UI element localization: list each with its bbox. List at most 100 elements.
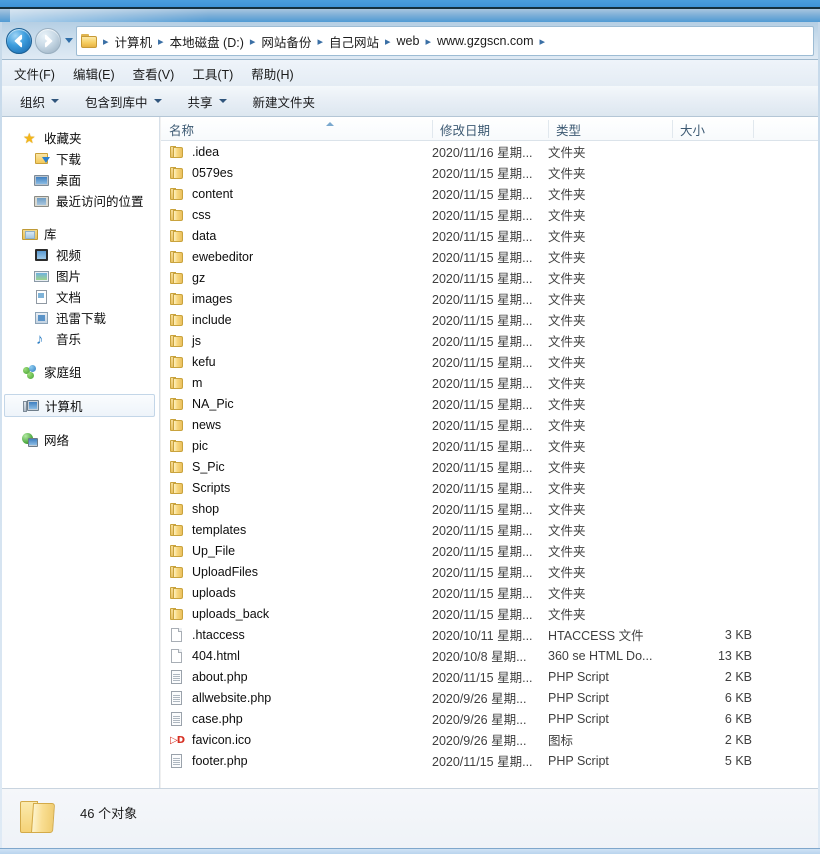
file-name-cell[interactable]: case.php: [169, 708, 243, 729]
table-row[interactable]: css 2020/11/15 星期... 文件夹: [161, 204, 820, 225]
file-name-cell[interactable]: shop: [169, 498, 219, 519]
file-name-cell[interactable]: .htaccess: [169, 624, 245, 645]
file-name-cell[interactable]: css: [169, 204, 211, 225]
breadcrumb-bar[interactable]: ▸ 计算机 ▸ 本地磁盘 (D:) ▸ 网站备份 ▸ 自己网站 ▸ web ▸ …: [76, 26, 814, 56]
sidebar-item-recent-places[interactable]: 最近访问的位置: [0, 190, 159, 211]
table-row[interactable]: m 2020/11/15 星期... 文件夹: [161, 372, 820, 393]
file-name-cell[interactable]: Up_File: [169, 540, 235, 561]
table-row[interactable]: pic 2020/11/15 星期... 文件夹: [161, 435, 820, 456]
table-row[interactable]: Up_File 2020/11/15 星期... 文件夹: [161, 540, 820, 561]
sidebar-item-xunlei-download[interactable]: 迅雷下载: [0, 307, 159, 328]
share-button[interactable]: 共享: [188, 92, 227, 111]
table-row[interactable]: data 2020/11/15 星期... 文件夹: [161, 225, 820, 246]
table-row[interactable]: NA_Pic 2020/11/15 星期... 文件夹: [161, 393, 820, 414]
sidebar-item-music[interactable]: ♪ 音乐: [0, 328, 159, 349]
file-name-cell[interactable]: 0579es: [169, 162, 233, 183]
file-name-cell[interactable]: images: [169, 288, 232, 309]
table-row[interactable]: images 2020/11/15 星期... 文件夹: [161, 288, 820, 309]
breadcrumb-item-0[interactable]: 计算机: [112, 32, 156, 51]
file-name-cell[interactable]: content: [169, 183, 233, 204]
breadcrumb-item-3[interactable]: 自己网站: [326, 32, 382, 51]
column-divider[interactable]: [753, 120, 754, 138]
include-in-library-button[interactable]: 包含到库中: [85, 92, 162, 111]
table-row[interactable]: 0579es 2020/11/15 星期... 文件夹: [161, 162, 820, 183]
menu-item-edit[interactable]: 编辑(E): [73, 64, 115, 83]
breadcrumb-separator[interactable]: ▸: [537, 35, 549, 48]
file-name-cell[interactable]: kefu: [169, 351, 216, 372]
menu-item-tools[interactable]: 工具(T): [192, 64, 233, 83]
sidebar-item-documents[interactable]: 文档: [0, 286, 159, 307]
breadcrumb-separator[interactable]: ▸: [382, 35, 394, 48]
breadcrumb-item-1[interactable]: 本地磁盘 (D:): [167, 32, 247, 51]
file-name-cell[interactable]: ▷D favicon.ico: [169, 729, 251, 750]
breadcrumb-item-2[interactable]: 网站备份: [258, 32, 314, 51]
table-row[interactable]: 404.html 2020/10/8 星期... 360 se HTML Do...…: [161, 645, 820, 666]
menu-item-help[interactable]: 帮助(H): [251, 64, 293, 83]
file-name-cell[interactable]: footer.php: [169, 750, 248, 771]
file-name-cell[interactable]: uploads_back: [169, 603, 269, 624]
file-name-cell[interactable]: news: [169, 414, 221, 435]
file-name-cell[interactable]: uploads: [169, 582, 236, 603]
file-name-cell[interactable]: data: [169, 225, 216, 246]
table-row[interactable]: js 2020/11/15 星期... 文件夹: [161, 330, 820, 351]
sidebar-item-libraries[interactable]: 库: [0, 223, 159, 244]
breadcrumb-separator[interactable]: ▸: [314, 35, 326, 48]
breadcrumb-separator[interactable]: ▸: [155, 35, 167, 48]
file-name-cell[interactable]: 404.html: [169, 645, 240, 666]
table-row[interactable]: news 2020/11/15 星期... 文件夹: [161, 414, 820, 435]
table-row[interactable]: .idea 2020/11/16 星期... 文件夹: [161, 141, 820, 162]
table-row[interactable]: ewebeditor 2020/11/15 星期... 文件夹: [161, 246, 820, 267]
column-header-size[interactable]: 大小: [672, 117, 753, 141]
navigation-pane[interactable]: ★ 收藏夹 下载 桌面 最近访问的位置 库 视频 图片 文档 迅雷下载 ♪ 音乐…: [0, 117, 160, 788]
organize-button[interactable]: 组织: [20, 92, 60, 111]
table-row[interactable]: allwebsite.php 2020/9/26 星期... PHP Script 6…: [161, 687, 820, 708]
new-folder-button[interactable]: 新建文件夹: [253, 92, 316, 111]
table-row[interactable]: shop 2020/11/15 星期... 文件夹: [161, 498, 820, 519]
file-list-pane[interactable]: 名称 修改日期 类型 大小 .idea 2020/11/16 星期... 文件夹 05…: [161, 117, 820, 788]
table-row[interactable]: content 2020/11/15 星期... 文件夹: [161, 183, 820, 204]
column-header-name[interactable]: 名称: [161, 117, 432, 141]
sidebar-item-pictures[interactable]: 图片: [0, 265, 159, 286]
file-name-cell[interactable]: UploadFiles: [169, 561, 258, 582]
file-name-cell[interactable]: .idea: [169, 141, 219, 162]
file-rows-container[interactable]: .idea 2020/11/16 星期... 文件夹 0579es 2020/11/15…: [161, 141, 820, 771]
breadcrumb-separator[interactable]: ▸: [422, 35, 434, 48]
table-row[interactable]: uploads 2020/11/15 星期... 文件夹: [161, 582, 820, 603]
file-name-cell[interactable]: NA_Pic: [169, 393, 234, 414]
file-name-cell[interactable]: ewebeditor: [169, 246, 253, 267]
column-header-type[interactable]: 类型: [548, 117, 672, 141]
file-name-cell[interactable]: allwebsite.php: [169, 687, 271, 708]
file-name-cell[interactable]: pic: [169, 435, 208, 456]
sidebar-item-downloads[interactable]: 下载: [0, 148, 159, 169]
back-button[interactable]: [6, 28, 32, 54]
file-name-cell[interactable]: include: [169, 309, 232, 330]
sidebar-item-favorites[interactable]: ★ 收藏夹: [0, 127, 159, 148]
sidebar-item-homegroup[interactable]: 家庭组: [0, 361, 159, 382]
table-row[interactable]: templates 2020/11/15 星期... 文件夹: [161, 519, 820, 540]
table-row[interactable]: Scripts 2020/11/15 星期... 文件夹: [161, 477, 820, 498]
table-row[interactable]: UploadFiles 2020/11/15 星期... 文件夹: [161, 561, 820, 582]
table-row[interactable]: uploads_back 2020/11/15 星期... 文件夹: [161, 603, 820, 624]
column-header-date[interactable]: 修改日期: [432, 117, 548, 141]
breadcrumb-item-4[interactable]: web: [394, 34, 423, 48]
sidebar-item-network[interactable]: 网络: [0, 429, 159, 450]
file-name-cell[interactable]: about.php: [169, 666, 248, 687]
file-name-cell[interactable]: templates: [169, 519, 246, 540]
sidebar-item-computer[interactable]: 计算机: [4, 394, 155, 417]
breadcrumb-item-5[interactable]: www.gzgscn.com: [434, 34, 537, 48]
sidebar-item-videos[interactable]: 视频: [0, 244, 159, 265]
table-row[interactable]: kefu 2020/11/15 星期... 文件夹: [161, 351, 820, 372]
breadcrumb-separator[interactable]: ▸: [247, 35, 259, 48]
sidebar-item-desktop[interactable]: 桌面: [0, 169, 159, 190]
table-row[interactable]: .htaccess 2020/10/11 星期... HTACCESS 文件 3 KB: [161, 624, 820, 645]
menu-item-file[interactable]: 文件(F): [14, 64, 55, 83]
forward-button[interactable]: [35, 28, 61, 54]
menu-item-view[interactable]: 查看(V): [133, 64, 175, 83]
file-name-cell[interactable]: Scripts: [169, 477, 230, 498]
breadcrumb-separator[interactable]: ▸: [100, 35, 112, 48]
file-name-cell[interactable]: m: [169, 372, 202, 393]
table-row[interactable]: gz 2020/11/15 星期... 文件夹: [161, 267, 820, 288]
table-row[interactable]: ▷D favicon.ico 2020/9/26 星期... 图标 2 KB: [161, 729, 820, 750]
file-name-cell[interactable]: S_Pic: [169, 456, 225, 477]
table-row[interactable]: footer.php 2020/11/15 星期... PHP Script 5 KB: [161, 750, 820, 771]
